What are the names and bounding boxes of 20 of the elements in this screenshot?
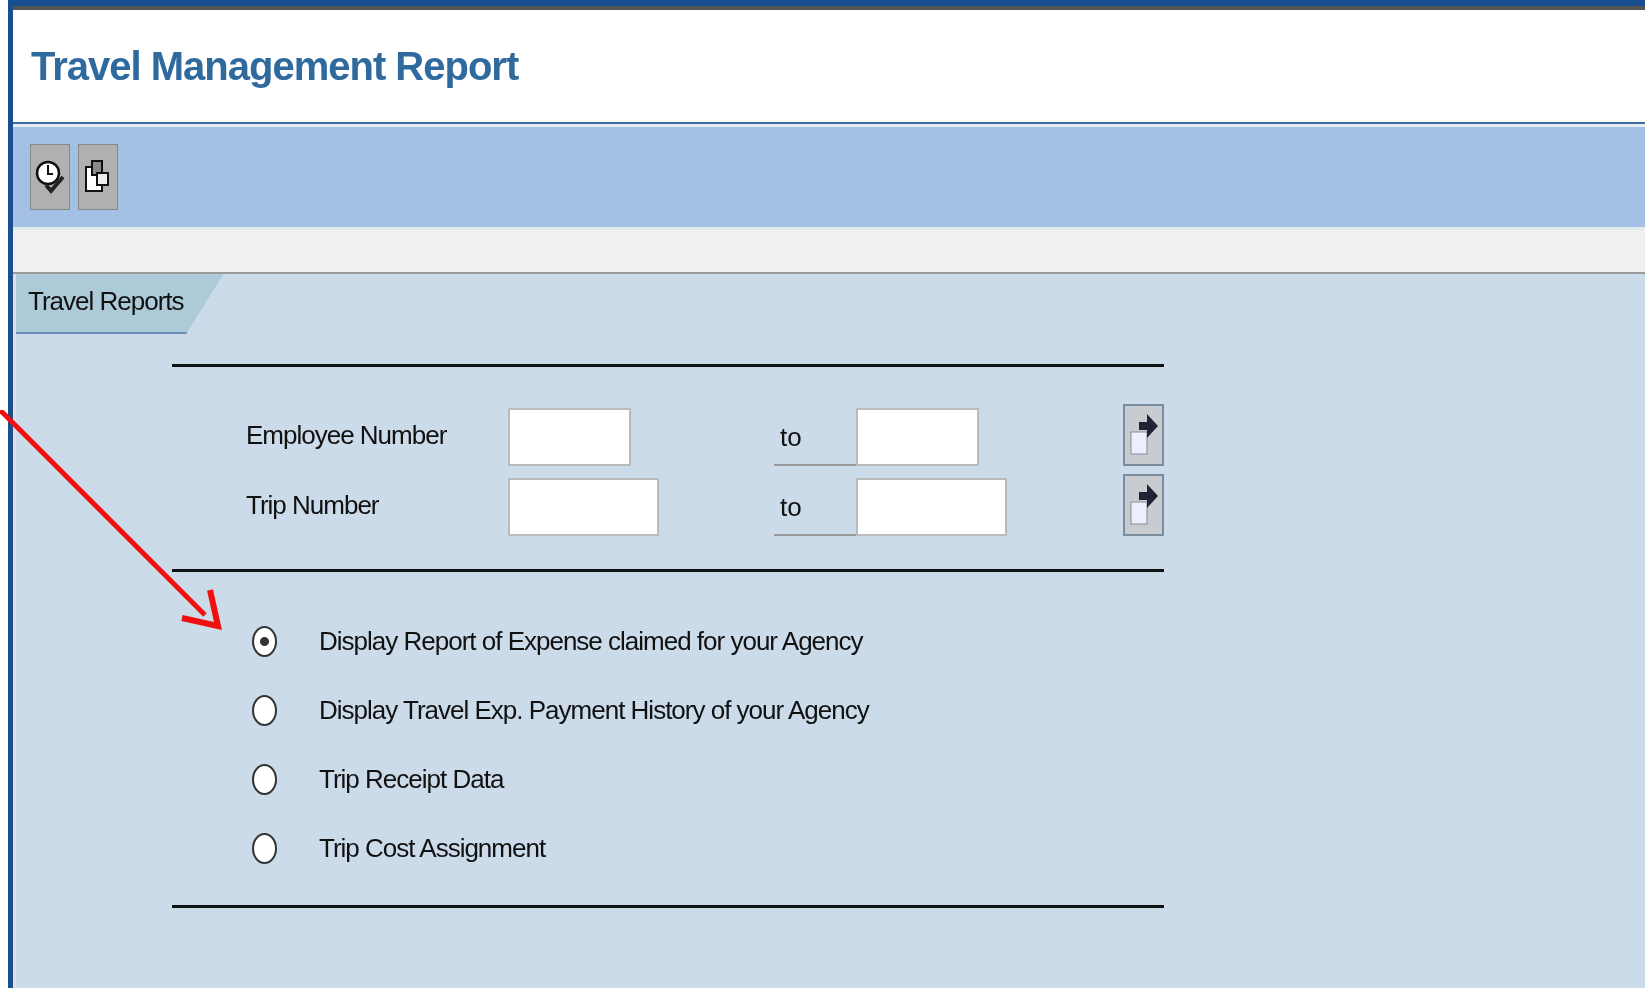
option-label[interactable]: Trip Receipt Data: [319, 763, 504, 795]
page-title: Travel Management Report: [31, 43, 519, 89]
option-label[interactable]: Trip Cost Assignment: [319, 832, 546, 864]
input-field[interactable]: [856, 408, 979, 466]
schedule-button[interactable]: [30, 144, 70, 210]
radio-button[interactable]: [252, 763, 277, 795]
field-label: Trip Number: [245, 489, 380, 521]
radio-button[interactable]: [252, 832, 277, 864]
radio-button[interactable]: [252, 625, 277, 657]
option-label[interactable]: Display Travel Exp. Payment History of your Agency: [319, 694, 869, 726]
radio-button[interactable]: [252, 694, 277, 726]
multiple-selection-button[interactable]: [1123, 404, 1164, 466]
tab[interactable]: Travel Reports: [16, 274, 224, 334]
input-field[interactable]: [856, 478, 1007, 536]
copy-button[interactable]: [78, 144, 118, 210]
input-field[interactable]: [508, 478, 659, 536]
option-label[interactable]: Display Report of Expense claimed for your Agency: [319, 625, 863, 657]
field-label: Employee Number: [245, 419, 448, 451]
input-field[interactable]: [508, 408, 631, 466]
multiple-selection-button[interactable]: [1123, 474, 1164, 536]
